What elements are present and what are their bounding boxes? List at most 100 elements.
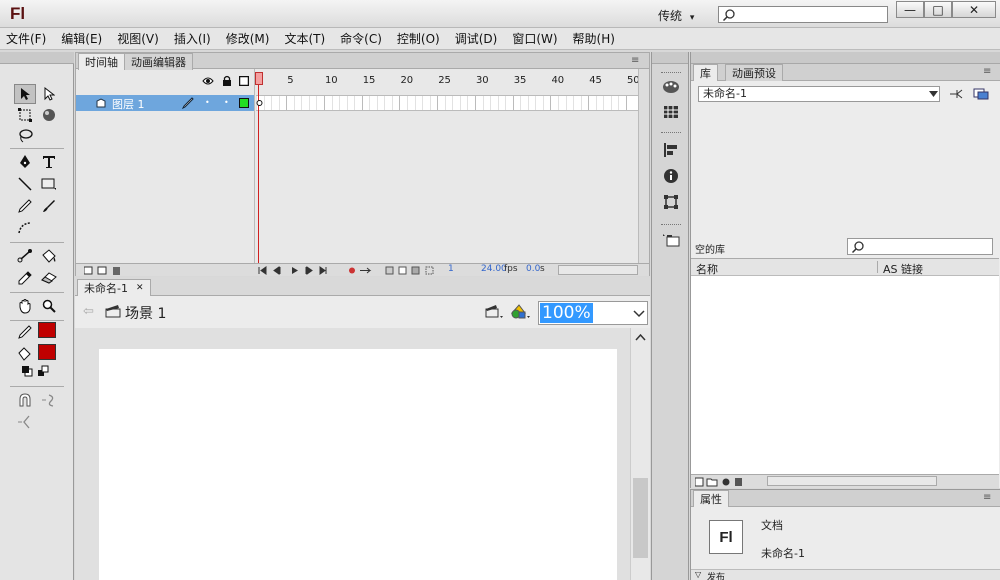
layer-lock-dot[interactable]: • — [224, 98, 229, 107]
tools-panel-header[interactable] — [0, 52, 74, 64]
tab-properties[interactable]: 属性 — [693, 490, 729, 507]
menu-debug[interactable]: 调试(D) — [455, 30, 498, 47]
frame-cell[interactable] — [316, 96, 318, 110]
outline-icon[interactable] — [239, 76, 249, 86]
tab-library[interactable]: 库 — [693, 64, 718, 81]
3d-rotation-tool[interactable] — [38, 105, 60, 125]
layer-outline-color[interactable] — [239, 98, 249, 108]
frame-cell[interactable] — [391, 96, 393, 110]
minimize-button[interactable]: — — [896, 1, 924, 18]
frame-cell[interactable] — [399, 96, 401, 110]
eyedropper-tool[interactable] — [14, 268, 36, 288]
menu-modify[interactable]: 修改(M) — [226, 30, 270, 47]
menu-control[interactable]: 控制(O) — [397, 30, 440, 47]
snap-to-objects-button[interactable] — [14, 390, 36, 410]
frame-cell[interactable] — [278, 96, 280, 110]
eye-icon[interactable] — [202, 76, 214, 86]
subselection-tool[interactable] — [38, 84, 60, 104]
frame-cell[interactable] — [497, 96, 499, 110]
onion-skin-controls[interactable] — [348, 266, 438, 275]
frame-cells[interactable] — [256, 95, 639, 111]
playback-controls[interactable] — [258, 266, 338, 275]
library-horizontal-scrollbar[interactable] — [767, 476, 937, 486]
components-panel-button[interactable] — [660, 230, 682, 250]
frame-cell[interactable] — [301, 96, 303, 110]
hand-tool[interactable] — [14, 296, 36, 316]
tab-timeline[interactable]: 时间轴 — [78, 53, 125, 70]
frame-cell[interactable] — [354, 96, 356, 110]
bone-tool[interactable] — [14, 246, 36, 266]
frame-cell[interactable] — [286, 96, 288, 110]
pasteboard[interactable] — [75, 328, 630, 580]
frame-cell[interactable] — [369, 96, 371, 110]
column-name[interactable]: 名称 — [696, 261, 718, 277]
frame-cell[interactable] — [384, 96, 386, 110]
frame-cell[interactable] — [595, 96, 597, 110]
eraser-tool[interactable] — [38, 268, 60, 288]
new-library-panel-icon[interactable] — [973, 88, 989, 100]
frame-cell[interactable] — [422, 96, 424, 110]
maximize-button[interactable]: □ — [924, 1, 952, 18]
workspace-switcher[interactable]: 传统 ▾ — [658, 7, 694, 24]
frame-cell[interactable] — [618, 96, 620, 110]
frame-cell[interactable] — [482, 96, 484, 110]
back-arrow-icon[interactable]: ⇦ — [83, 304, 94, 319]
panel-menu-icon[interactable]: ≡ — [631, 55, 639, 66]
frame-cell[interactable] — [625, 96, 627, 110]
frame-cell[interactable] — [331, 96, 333, 110]
grip-handle[interactable] — [661, 132, 681, 134]
frame-ruler[interactable]: 15101520253035404550 — [256, 73, 640, 89]
frame-cell[interactable] — [610, 96, 612, 110]
selection-tool[interactable] — [14, 84, 36, 104]
line-tool[interactable] — [14, 174, 36, 194]
edit-symbols-icon[interactable] — [510, 303, 532, 321]
menu-help[interactable]: 帮助(H) — [573, 30, 615, 47]
frame-cell[interactable] — [263, 96, 265, 110]
transform-panel-button[interactable] — [660, 192, 682, 212]
layer-visible-dot[interactable]: • — [205, 98, 210, 107]
frame-cell[interactable] — [474, 96, 476, 110]
frame-cell[interactable] — [444, 96, 446, 110]
pen-tool[interactable] — [14, 152, 36, 172]
pin-library-icon[interactable] — [949, 88, 963, 100]
dock-header[interactable] — [652, 52, 688, 64]
fill-color-swatch[interactable] — [38, 344, 56, 360]
pencil-tool[interactable] — [14, 196, 36, 216]
frame-cell[interactable] — [603, 96, 605, 110]
frame-cell[interactable] — [452, 96, 454, 110]
frame-cell[interactable] — [535, 96, 537, 110]
lock-icon[interactable] — [222, 75, 232, 86]
straighten-button[interactable] — [14, 412, 36, 432]
frame-cell[interactable] — [437, 96, 439, 110]
library-panel-header[interactable] — [691, 52, 1000, 64]
paint-bucket-tool[interactable] — [38, 246, 60, 266]
brush-tool[interactable] — [38, 196, 60, 216]
layer-row[interactable]: 图层 1 • • — [76, 95, 254, 111]
publish-section-header[interactable]: ▽ 发布 — [691, 569, 1000, 580]
frame-cell[interactable] — [542, 96, 544, 110]
smooth-button[interactable] — [38, 390, 60, 410]
free-transform-tool[interactable] — [14, 105, 36, 125]
timeline-horizontal-scrollbar[interactable] — [558, 265, 638, 275]
tab-motion-presets[interactable]: 动画预设 — [725, 64, 783, 81]
deco-tool[interactable] — [14, 218, 36, 238]
frame-cell[interactable] — [308, 96, 310, 110]
scene-label[interactable]: 场景 1 — [125, 303, 166, 323]
frame-cell[interactable] — [565, 96, 567, 110]
frame-cell[interactable] — [323, 96, 325, 110]
frame-cell[interactable] — [573, 96, 575, 110]
menu-edit[interactable]: 编辑(E) — [61, 30, 102, 47]
frame-area[interactable]: 15101520253035404550 — [255, 72, 640, 271]
panel-menu-icon[interactable]: ≡ — [983, 66, 991, 77]
swap-colors-button[interactable] — [36, 364, 50, 378]
frame-cell[interactable] — [550, 96, 552, 110]
color-panel-button[interactable] — [660, 77, 682, 97]
layer-buttons-icons[interactable] — [84, 266, 124, 275]
frame-cell[interactable] — [293, 96, 295, 110]
frame-cell[interactable] — [580, 96, 582, 110]
menu-view[interactable]: 视图(V) — [117, 30, 159, 47]
frame-cell[interactable] — [505, 96, 507, 110]
black-white-button[interactable] — [20, 364, 34, 378]
frame-cell[interactable] — [459, 96, 461, 110]
frame-cell[interactable] — [512, 96, 514, 110]
